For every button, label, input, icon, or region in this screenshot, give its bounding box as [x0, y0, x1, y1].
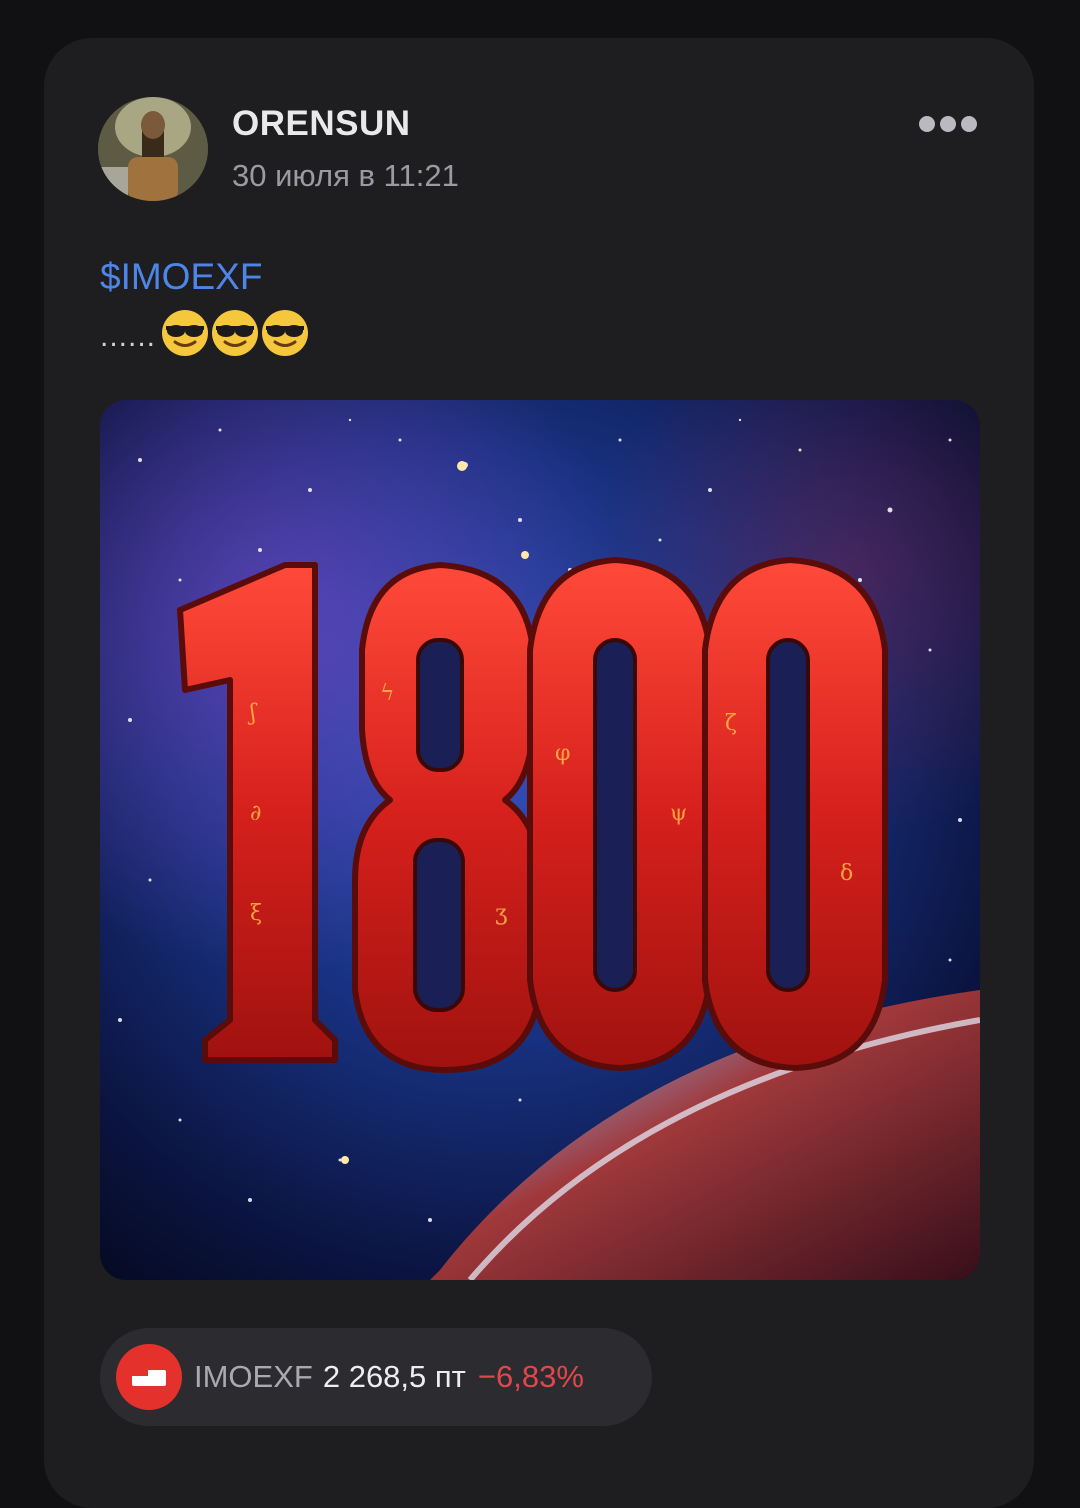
quote-ticker: IMOEXF [194, 1359, 313, 1394]
author-avatar[interactable] [98, 97, 208, 201]
dot [940, 116, 956, 132]
quote-price: 2 268,5 пт [322, 1359, 466, 1394]
post-date: 30 июля в 11:21 [232, 158, 459, 193]
sunglasses-emoji-icon [162, 310, 209, 356]
post-text: ...... [100, 306, 310, 358]
moex-logo-icon [116, 1344, 182, 1410]
sunglasses-emoji-icon [212, 310, 259, 356]
more-dots-icon[interactable] [912, 110, 984, 138]
quote-change: −6,83% [477, 1359, 584, 1394]
svg-text:ξ: ξ [250, 901, 262, 926]
ticker-tag-link[interactable]: $IMOEXF [100, 256, 262, 298]
post-text-dots: ...... [100, 320, 157, 353]
svg-text:ϟ: ϟ [380, 681, 395, 706]
svg-text:ζ: ζ [725, 711, 737, 736]
svg-text:φ: φ [555, 741, 570, 766]
post-image[interactable]: ʃ ∂ ξ ϟʒφ ψζδ [100, 400, 980, 1280]
svg-text:ψ: ψ [670, 801, 687, 826]
sunglasses-emoji-icon [262, 310, 309, 356]
dot [919, 116, 935, 132]
svg-text:∂: ∂ [250, 801, 261, 826]
author-name[interactable]: ORENSUN [232, 104, 411, 144]
svg-text:δ: δ [840, 861, 853, 886]
svg-text:ʒ: ʒ [495, 901, 507, 926]
dot [961, 116, 977, 132]
ticker-quote-chip[interactable]: IMOEXF 2 268,5 пт −6,83% [100, 1328, 652, 1426]
